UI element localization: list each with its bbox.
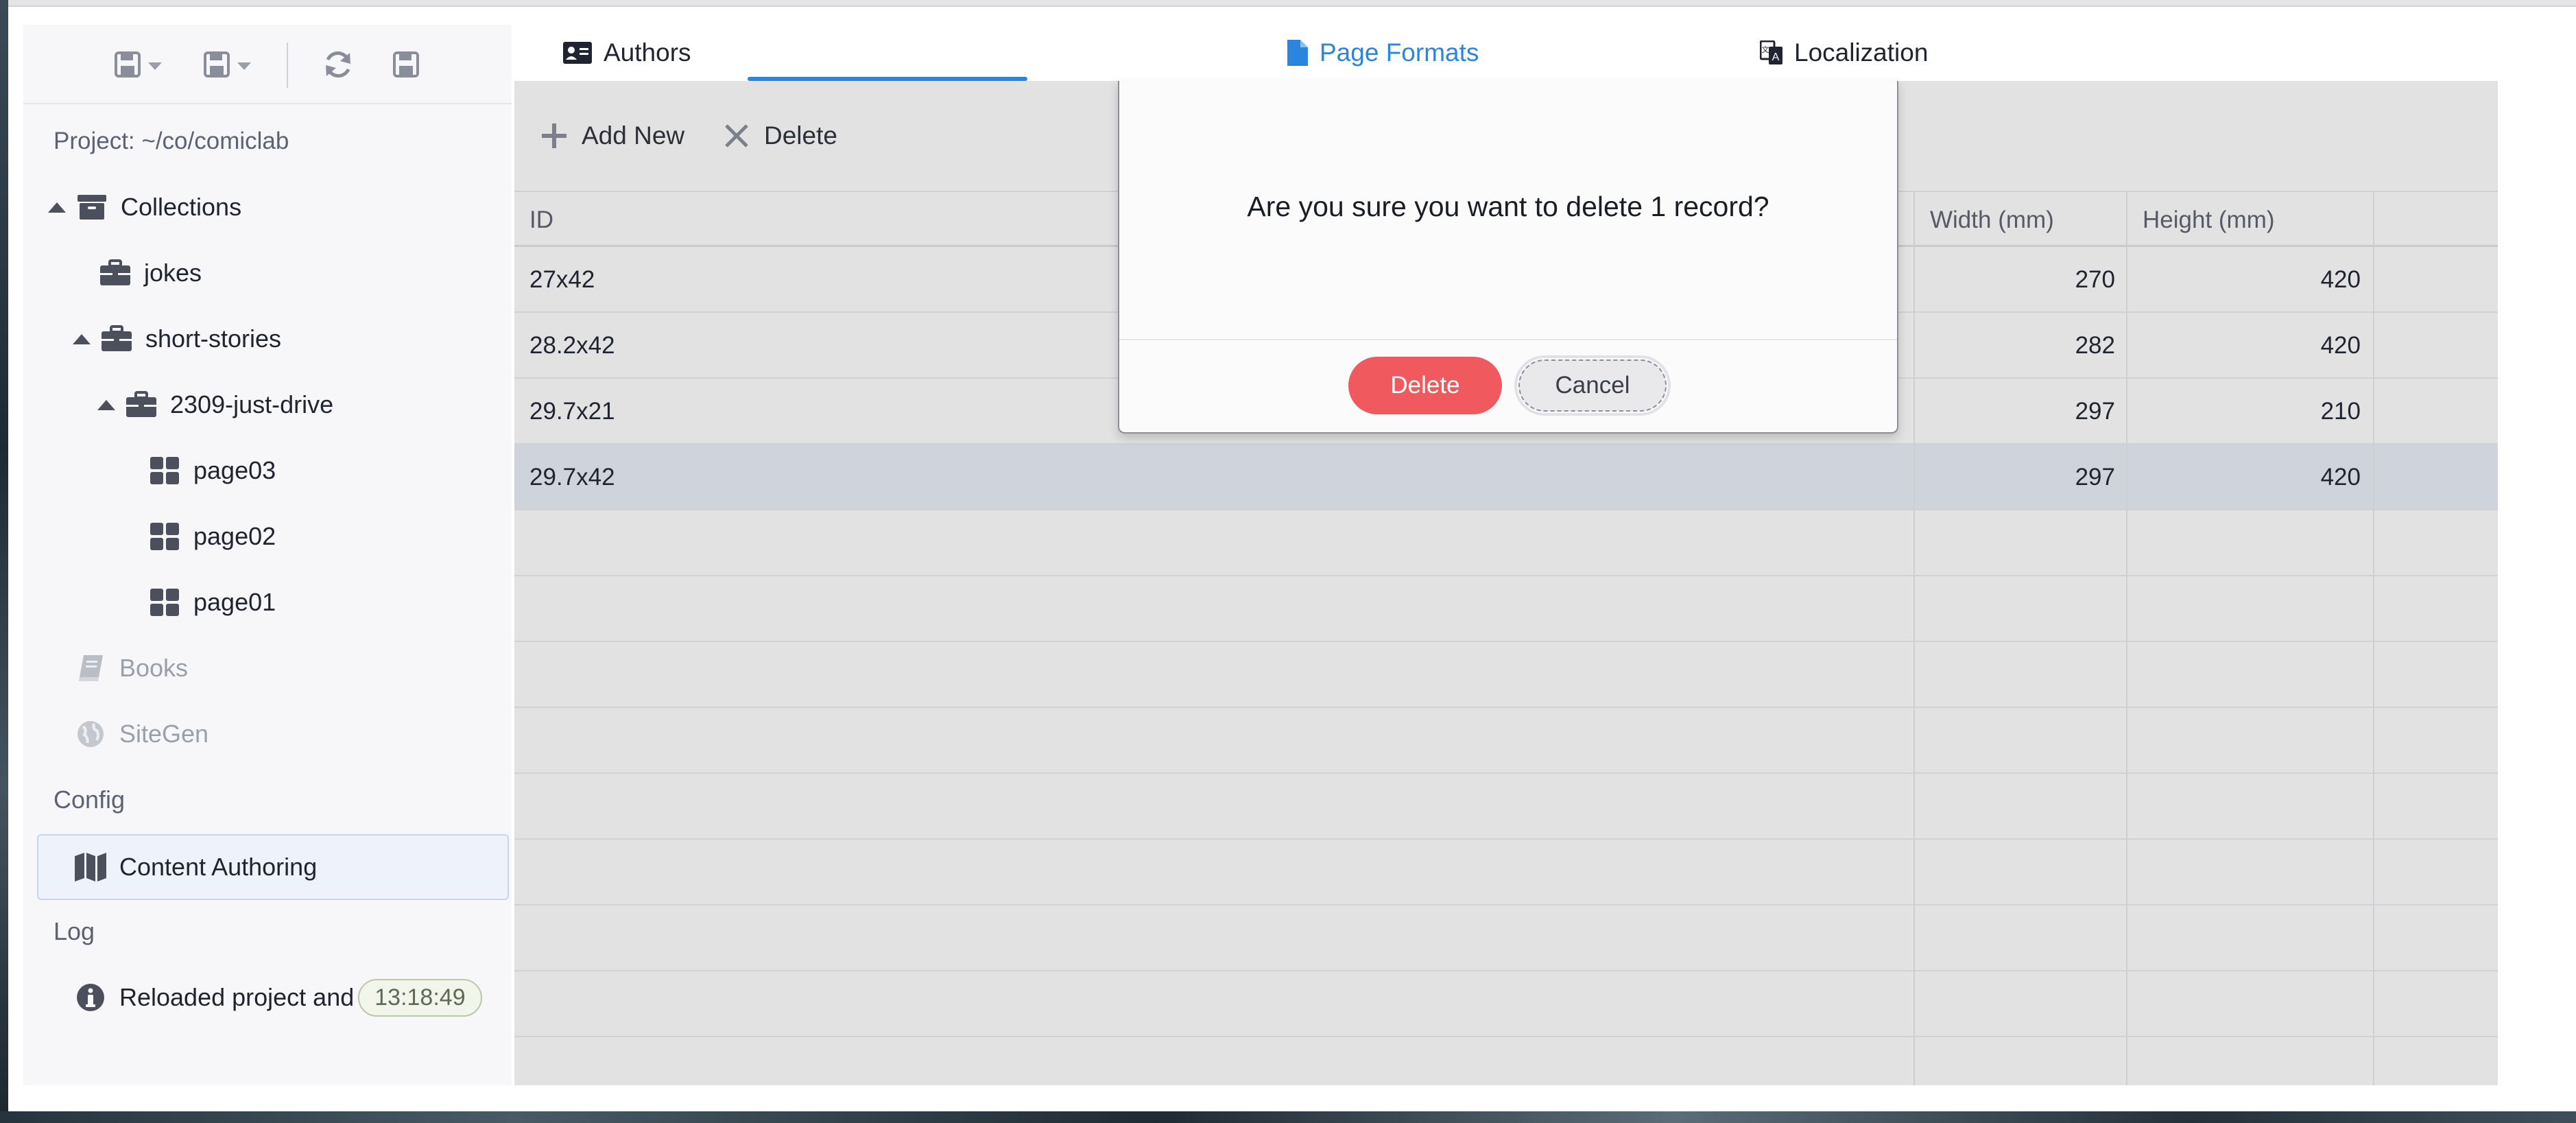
grid-icon <box>148 587 181 617</box>
column-divider <box>2126 191 2127 1085</box>
tree-item-jokes[interactable]: jokes <box>99 246 202 300</box>
add-new-button[interactable]: Add New <box>540 114 684 158</box>
globe-icon <box>74 719 107 749</box>
grid-icon <box>148 456 181 486</box>
sidebar-toolbar <box>23 25 512 104</box>
tree-item-books[interactable]: Books <box>74 641 188 696</box>
cell-height: 420 <box>2320 464 2361 490</box>
briefcase-icon <box>125 390 158 420</box>
desktop-background-bottom <box>0 1111 2576 1123</box>
map-icon <box>74 852 107 882</box>
section-log: Log <box>53 917 95 945</box>
empty-row <box>514 971 2498 1037</box>
dialog-message: Are you sure you want to delete 1 record… <box>1247 191 1769 222</box>
cell-width: 270 <box>2075 266 2115 293</box>
save-button[interactable] <box>392 44 420 85</box>
log-entry-text: Reloaded project and <box>119 983 355 1011</box>
empty-row <box>514 906 2498 971</box>
save-menu-button[interactable] <box>114 44 162 85</box>
briefcase-icon <box>100 324 133 354</box>
chevron-down-icon <box>148 62 162 70</box>
column-divider <box>2373 191 2374 1085</box>
window-top-border <box>8 0 2576 7</box>
sidebar: Project: ~/co/comiclab Collections jokes… <box>23 25 512 1085</box>
info-icon <box>74 982 107 1013</box>
tab-authors[interactable]: Authors <box>562 25 691 81</box>
empty-row <box>514 1037 2498 1103</box>
empty-row <box>514 576 2498 642</box>
save-as-menu-icon <box>203 51 230 78</box>
desktop-background <box>0 0 8 1123</box>
table-row-selected[interactable]: 29.7x42 297 420 <box>514 445 2498 510</box>
cell-id: 29.7x42 <box>529 464 615 490</box>
empty-row <box>514 510 2498 576</box>
nav-item-content-authoring[interactable]: Content Authoring <box>74 840 317 895</box>
collapse-arrow-icon[interactable] <box>73 333 91 344</box>
collapse-arrow-icon[interactable] <box>97 399 115 410</box>
cancel-button[interactable]: Cancel <box>1514 355 1671 416</box>
save-menu-icon <box>114 51 141 78</box>
toolbar-divider <box>287 43 288 88</box>
confirm-delete-button[interactable]: Delete <box>1348 357 1502 414</box>
cell-height: 420 <box>2320 266 2361 293</box>
file-icon <box>1287 39 1309 67</box>
log-timestamp-badge: 13:18:49 <box>358 978 482 1017</box>
delete-confirm-dialog: Are you sure you want to delete 1 record… <box>1118 81 1898 434</box>
archive-icon <box>75 192 108 222</box>
tree-item-page01[interactable]: page01 <box>148 575 276 630</box>
log-entry: Reloaded project and 13:18:49 <box>74 970 482 1025</box>
save-icon <box>392 51 420 78</box>
svg-text:文: 文 <box>1762 45 1769 54</box>
tree-item-2309-just-drive[interactable]: 2309-just-drive <box>97 377 333 432</box>
plus-icon <box>540 122 568 150</box>
briefcase-icon <box>99 258 132 288</box>
delete-button[interactable]: Delete <box>723 114 837 158</box>
tree-item-sitegen[interactable]: SiteGen <box>74 707 208 761</box>
column-header-width[interactable]: Width (mm) <box>1915 192 2127 248</box>
book-icon <box>74 653 107 683</box>
tree-item-short-stories[interactable]: short-stories <box>73 311 281 366</box>
cell-height: 420 <box>2320 332 2361 359</box>
project-label: Project: ~/co/comiclab <box>53 128 289 154</box>
empty-row <box>514 840 2498 906</box>
svg-text:A: A <box>1772 51 1780 63</box>
refresh-button[interactable] <box>322 44 354 85</box>
cell-width: 297 <box>2075 398 2115 425</box>
save-as-menu-button[interactable] <box>203 44 251 85</box>
close-icon <box>723 122 750 150</box>
tab-page-formats[interactable]: Page Formats <box>1287 25 1479 81</box>
tab-bar: Authors Page Formats A文 Localization <box>513 25 2502 81</box>
empty-row <box>514 642 2498 708</box>
column-divider <box>1913 191 1915 1085</box>
cell-width: 282 <box>2075 332 2115 359</box>
app-window: Project: ~/co/comiclab Collections jokes… <box>8 0 2576 1111</box>
tree-item-page03[interactable]: page03 <box>148 443 276 498</box>
id-card-icon <box>562 41 593 64</box>
tree-item-collections[interactable]: Collections <box>48 180 241 235</box>
column-header-height[interactable]: Height (mm) <box>2127 192 2373 248</box>
chevron-down-icon <box>237 62 251 70</box>
empty-row <box>514 708 2498 774</box>
dialog-footer: Delete Cancel <box>1119 339 1897 432</box>
grid-icon <box>148 521 181 552</box>
cell-width: 297 <box>2075 464 2115 490</box>
tree-item-page02[interactable]: page02 <box>148 509 276 564</box>
cell-height: 210 <box>2320 398 2361 425</box>
section-config: Config <box>53 785 126 814</box>
language-icon: A文 <box>1760 40 1783 65</box>
collapse-arrow-icon[interactable] <box>48 202 66 213</box>
empty-row <box>514 774 2498 840</box>
refresh-icon <box>322 49 354 80</box>
tab-localization[interactable]: A文 Localization <box>1760 25 1928 81</box>
